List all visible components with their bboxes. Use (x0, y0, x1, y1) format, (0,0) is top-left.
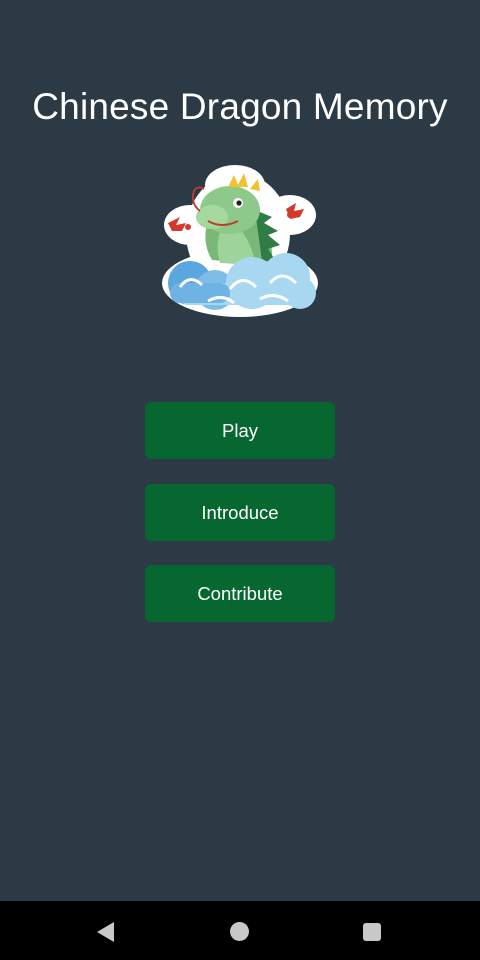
home-icon[interactable] (230, 922, 249, 941)
play-button[interactable]: Play (145, 402, 335, 459)
dragon-logo-icon (160, 165, 320, 320)
introduce-button[interactable]: Introduce (145, 484, 335, 541)
contribute-button[interactable]: Contribute (145, 565, 335, 622)
app-screen: Chinese Dragon Memory Play Introduce Con… (0, 0, 480, 960)
system-navigation-bar (0, 901, 480, 960)
back-icon[interactable] (97, 922, 114, 942)
page-title: Chinese Dragon Memory (32, 86, 448, 127)
recents-icon[interactable] (363, 923, 381, 941)
